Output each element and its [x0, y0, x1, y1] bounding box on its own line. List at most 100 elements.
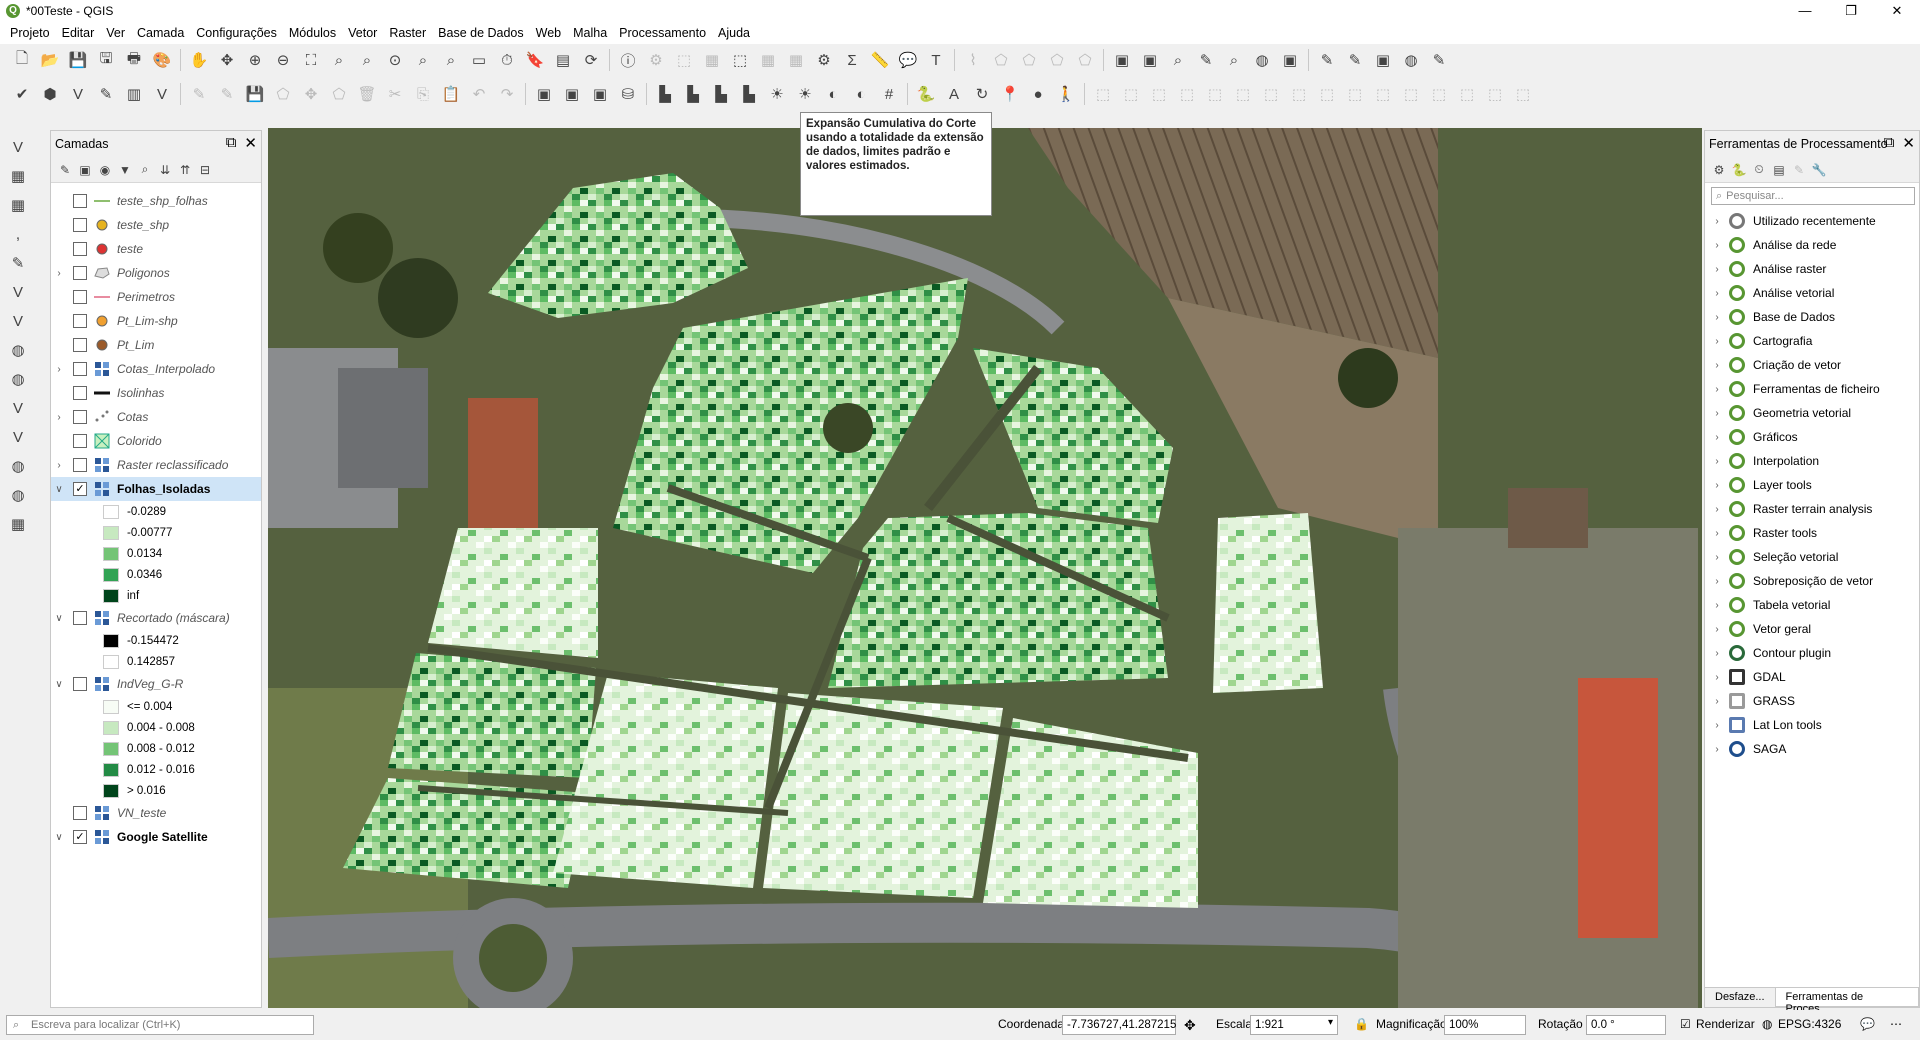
- expand-arrow-icon[interactable]: ›: [1709, 264, 1725, 275]
- layer-item-pt-lim-shp[interactable]: Pt_Lim-shp: [51, 309, 261, 333]
- cut-icon[interactable]: ✂: [383, 82, 407, 106]
- layer-visibility-checkbox[interactable]: ✓: [73, 830, 87, 844]
- menu-item[interactable]: Raster: [383, 22, 432, 44]
- copy-icon[interactable]: ⎘: [411, 82, 435, 106]
- expand-arrow-icon[interactable]: ›: [51, 412, 67, 423]
- reshape-icon[interactable]: ⬠: [1017, 48, 1041, 72]
- crs-icon[interactable]: ▣: [1138, 48, 1162, 72]
- label-tool-15-icon[interactable]: ⬚: [1483, 82, 1507, 106]
- save-project-icon[interactable]: 💾: [66, 48, 90, 72]
- label-tool-13-icon[interactable]: ⬚: [1427, 82, 1451, 106]
- zoom-next-icon[interactable]: ⌕: [439, 48, 463, 72]
- add-raster-layer-icon[interactable]: ▦: [6, 164, 30, 188]
- web-icon[interactable]: ◍: [1399, 48, 1423, 72]
- database-icon[interactable]: ⛁: [616, 82, 640, 106]
- collapse-arrow-icon[interactable]: ∨: [51, 679, 67, 690]
- layer-visibility-checkbox[interactable]: [73, 434, 87, 448]
- menu-item[interactable]: Ajuda: [712, 22, 756, 44]
- add-vector-layer-icon[interactable]: V: [6, 135, 30, 159]
- add-virtual-layer-icon[interactable]: V: [6, 425, 30, 449]
- expand-arrow-icon[interactable]: ›: [51, 364, 67, 375]
- layer-item-teste[interactable]: teste: [51, 237, 261, 261]
- layer-item-teste-shp[interactable]: teste_shp: [51, 213, 261, 237]
- expand-arrow-icon[interactable]: ›: [1709, 528, 1725, 539]
- map-tips-icon[interactable]: 💬: [896, 48, 920, 72]
- expand-arrow-icon[interactable]: ›: [1709, 384, 1725, 395]
- search-icon[interactable]: ⌕: [1222, 48, 1246, 72]
- pan-icon[interactable]: ✋: [187, 48, 211, 72]
- zoom-selection-icon[interactable]: ⌕: [327, 48, 351, 72]
- open-project-icon[interactable]: 📂: [38, 48, 62, 72]
- label-tool-5-icon[interactable]: ⬚: [1203, 82, 1227, 106]
- menu-item[interactable]: Editar: [56, 22, 101, 44]
- processing-group-interpolation[interactable]: › Interpolation: [1705, 449, 1919, 473]
- remove-layer-icon[interactable]: ⊟: [196, 161, 214, 179]
- expand-arrow-icon[interactable]: ›: [1709, 624, 1725, 635]
- float-processing-icon[interactable]: ⧉: [1884, 134, 1895, 152]
- menu-item[interactable]: Ver: [100, 22, 131, 44]
- float-panel-icon[interactable]: ⧉: [226, 134, 237, 152]
- expand-arrow-icon[interactable]: ›: [1709, 240, 1725, 251]
- add-arcgis-icon[interactable]: ◍: [6, 483, 30, 507]
- delete-selected-icon[interactable]: 🗑: [355, 82, 379, 106]
- export-icon[interactable]: ▣: [560, 82, 584, 106]
- style-manager-icon[interactable]: 🎨: [150, 48, 174, 72]
- expand-arrow-icon[interactable]: ›: [1709, 696, 1725, 707]
- label-tool-4-icon[interactable]: ⬚: [1175, 82, 1199, 106]
- annotation-icon[interactable]: ✎: [1427, 48, 1451, 72]
- maximize-button[interactable]: ❐: [1828, 0, 1874, 22]
- paste-icon[interactable]: 📋: [439, 82, 463, 106]
- deselect-icon[interactable]: ⬚: [728, 48, 752, 72]
- add-wms-icon[interactable]: ▥: [122, 82, 146, 106]
- layer-visibility-checkbox[interactable]: [73, 410, 87, 424]
- collapse-arrow-icon[interactable]: ∨: [51, 613, 67, 624]
- menu-item[interactable]: Camada: [131, 22, 190, 44]
- identify-icon[interactable]: ⓘ: [616, 48, 640, 72]
- filter-legend-icon[interactable]: ⌕: [136, 161, 154, 179]
- processing-group-an-lise-da-rede[interactable]: › Análise da rede: [1705, 233, 1919, 257]
- manage-visibility-icon[interactable]: ◉: [96, 161, 114, 179]
- rotation-field[interactable]: 0.0 °: [1586, 1015, 1666, 1035]
- edit-icon[interactable]: ✎: [1343, 48, 1367, 72]
- processing-group-an-lise-raster[interactable]: › Análise raster: [1705, 257, 1919, 281]
- grid-icon[interactable]: #: [877, 82, 901, 106]
- vertex-tool-icon[interactable]: ✥: [299, 82, 323, 106]
- processing-group-saga[interactable]: › SAGA: [1705, 737, 1919, 761]
- processing-group-lat-lon-tools[interactable]: › Lat Lon tools: [1705, 713, 1919, 737]
- split-icon[interactable]: ⬠: [1045, 48, 1069, 72]
- processing-toolbox-icon[interactable]: ⚙: [812, 48, 836, 72]
- label-tool-10-icon[interactable]: ⬚: [1343, 82, 1367, 106]
- style-icon[interactable]: ✎: [56, 161, 74, 179]
- add-virtual-icon[interactable]: V: [150, 82, 174, 106]
- expand-arrow-icon[interactable]: ›: [1709, 576, 1725, 587]
- processing-group-sele-o-vetorial[interactable]: › Seleção vetorial: [1705, 545, 1919, 569]
- processing-group-raster-tools[interactable]: › Raster tools: [1705, 521, 1919, 545]
- expand-arrow-icon[interactable]: ›: [1709, 408, 1725, 419]
- curve-icon[interactable]: ↻: [970, 82, 994, 106]
- globe-icon[interactable]: ◍: [1250, 48, 1274, 72]
- layer-visibility-checkbox[interactable]: [73, 242, 87, 256]
- layer-visibility-checkbox[interactable]: ✓: [73, 482, 87, 496]
- layer-item-colorido[interactable]: Colorido: [51, 429, 261, 453]
- pin-icon[interactable]: 📍: [998, 82, 1022, 106]
- lock-scale-icon[interactable]: 🔒: [1354, 1017, 1369, 1031]
- add-wcs-icon[interactable]: ◍: [6, 454, 30, 478]
- layer-visibility-checkbox[interactable]: [73, 194, 87, 208]
- layer-visibility-checkbox[interactable]: [73, 806, 87, 820]
- close-processing-icon[interactable]: ✕: [1902, 134, 1915, 152]
- magnification-field[interactable]: 100%: [1444, 1015, 1526, 1035]
- add-raster-icon[interactable]: ⬢: [38, 82, 62, 106]
- options-icon[interactable]: 🔧: [1810, 161, 1828, 179]
- sketch-icon[interactable]: ▣: [532, 82, 556, 106]
- plugin-icon[interactable]: ✎: [1194, 48, 1218, 72]
- layer-item-folhas-isoladas[interactable]: ∨ ✓ Folhas_Isoladas: [51, 477, 261, 501]
- expand-arrow-icon[interactable]: ›: [51, 460, 67, 471]
- show-bookmarks-icon[interactable]: ▤: [551, 48, 575, 72]
- processing-group-base-de-dados[interactable]: › Base de Dados: [1705, 305, 1919, 329]
- add-wfs-icon[interactable]: ◍: [6, 367, 30, 391]
- digitize-polygon-icon[interactable]: ⬠: [989, 48, 1013, 72]
- layer-visibility-checkbox[interactable]: [73, 677, 87, 691]
- menu-item[interactable]: Base de Dados: [432, 22, 529, 44]
- menu-item[interactable]: Web: [530, 22, 567, 44]
- histogram-stretch-icon[interactable]: ▙: [653, 82, 677, 106]
